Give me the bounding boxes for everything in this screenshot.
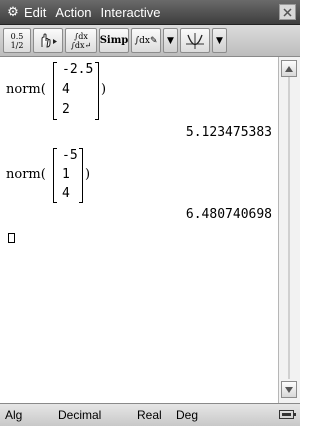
integral-bottom-label: ∫dx↵ xyxy=(70,40,92,50)
menu-edit[interactable]: Edit xyxy=(24,5,46,20)
entry-2-expression: norm( xyxy=(6,167,46,182)
entry-1-vector-item: 2 xyxy=(62,102,70,117)
arrow-up-icon xyxy=(285,65,293,72)
dropdown-1-button[interactable]: ▼ xyxy=(163,28,178,53)
fraction-label: 1/2 xyxy=(10,40,24,50)
entry-1-vector-item: -2.5 xyxy=(62,62,94,77)
entry-2-vector-item: 1 xyxy=(62,167,70,182)
arrow-down-icon xyxy=(285,386,293,393)
menu-interactive[interactable]: Interactive xyxy=(101,5,161,20)
entry-1-close-paren: ) xyxy=(101,82,107,97)
status-bar: Alg Decimal Real Deg xyxy=(0,403,300,426)
decimal-label: 0.5 xyxy=(10,31,24,41)
entry-2-vector-item: 4 xyxy=(62,186,70,201)
entry-2-result: 6.480740698 xyxy=(185,207,272,222)
toolbar: 0.5 1/2 ∫dx ∫dx↵ Simp ∫dx ✎ ▼ ▼ xyxy=(0,25,300,57)
integral-top-label: ∫dx xyxy=(74,31,88,41)
menu-bar: ⚙ Edit Action Interactive xyxy=(0,0,300,25)
status-mode[interactable]: Alg xyxy=(5,408,22,422)
gear-icon[interactable]: ⚙ xyxy=(2,5,24,20)
entry-1-func: norm xyxy=(6,82,41,97)
integral-pencil-label: ∫dx xyxy=(134,35,150,46)
entry-1-expression: norm( xyxy=(6,82,46,97)
chevron-down-icon: ▼ xyxy=(167,35,174,46)
close-button[interactable] xyxy=(279,4,296,20)
dropdown-2-button[interactable]: ▼ xyxy=(212,28,227,53)
battery-icon xyxy=(279,410,296,419)
entry-1-vector: -2.5 4 2 xyxy=(53,62,99,120)
scroll-up-button[interactable] xyxy=(281,60,297,77)
entry-2-close-paren: ) xyxy=(85,167,91,182)
vertical-scrollbar[interactable] xyxy=(278,57,300,403)
hand-pointer-icon xyxy=(41,32,57,48)
close-icon xyxy=(283,7,292,17)
scroll-track[interactable] xyxy=(288,77,290,379)
work-area[interactable]: norm( -2.5 4 2 ) 5.123475383 norm( -5 1 … xyxy=(0,57,278,403)
pencil-icon: ✎ xyxy=(149,35,158,46)
entry-2-vector-item: -5 xyxy=(62,148,78,163)
decimal-fraction-toggle-button[interactable]: 0.5 1/2 xyxy=(3,28,31,53)
entry-2-vector: -5 1 4 xyxy=(53,148,83,203)
entry-1-vector-item: 4 xyxy=(62,82,70,97)
drag-hand-button[interactable] xyxy=(33,28,63,53)
chevron-down-icon: ▼ xyxy=(216,35,223,46)
menu-action[interactable]: Action xyxy=(55,5,91,20)
input-cursor[interactable] xyxy=(8,233,15,243)
graph-icon xyxy=(186,32,204,49)
status-angle[interactable]: Deg xyxy=(176,408,198,422)
entry-1-result: 5.123475383 xyxy=(185,125,272,140)
integral-pencil-button[interactable]: ∫dx ✎ xyxy=(131,28,161,53)
status-format[interactable]: Decimal xyxy=(58,408,101,422)
scroll-down-button[interactable] xyxy=(281,381,297,398)
simp-button[interactable]: Simp xyxy=(99,28,129,53)
status-domain[interactable]: Real xyxy=(137,408,162,422)
integral-toggle-button[interactable]: ∫dx ∫dx↵ xyxy=(65,28,97,53)
simp-label: Simp xyxy=(99,35,129,46)
graph-button[interactable] xyxy=(180,28,210,53)
entry-2-func: norm xyxy=(6,167,41,182)
